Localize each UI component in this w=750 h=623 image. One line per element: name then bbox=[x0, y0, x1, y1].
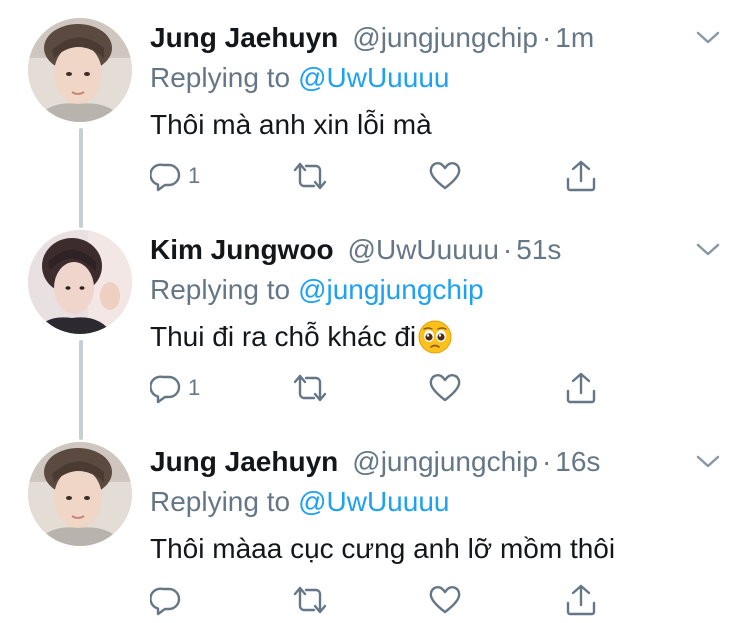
like-button[interactable] bbox=[428, 580, 462, 620]
like-button[interactable] bbox=[428, 156, 462, 196]
tweet-header: Kim Jungwoo @UwUuuuu · 51s bbox=[150, 230, 561, 270]
retweet-button[interactable] bbox=[290, 156, 330, 196]
share-button[interactable] bbox=[564, 368, 598, 408]
replying-to-mention[interactable]: @UwUuuuu bbox=[298, 62, 449, 93]
like-icon bbox=[428, 372, 462, 404]
reply-count: 1 bbox=[188, 163, 201, 188]
pleading-face-emoji bbox=[418, 320, 452, 354]
retweet-button[interactable] bbox=[290, 368, 330, 408]
tweet-header: Jung Jaehuyn @jungjungchip · 1m bbox=[150, 18, 594, 58]
replying-to-label: Replying to bbox=[150, 274, 291, 305]
timestamp[interactable]: 16s bbox=[555, 442, 600, 482]
tweet-actions: 1 bbox=[150, 368, 610, 408]
tweet-actions bbox=[150, 580, 610, 620]
tweet-thread: Jung Jaehuyn @jungjungchip · 1m Replying… bbox=[0, 0, 750, 623]
reply-count: 1 bbox=[188, 375, 201, 400]
replying-to-line: Replying to @jungjungchip bbox=[150, 270, 484, 310]
reply-icon bbox=[150, 372, 182, 404]
user-handle[interactable]: @jungjungchip bbox=[352, 18, 538, 58]
chevron-down-icon[interactable] bbox=[694, 28, 722, 48]
share-button[interactable] bbox=[564, 580, 598, 620]
like-button[interactable] bbox=[428, 368, 462, 408]
tweet-text: Thôi mà anh xin lỗi mà bbox=[150, 104, 432, 146]
timestamp[interactable]: 51s bbox=[516, 230, 561, 270]
display-name[interactable]: Jung Jaehuyn bbox=[150, 442, 338, 482]
avatar[interactable] bbox=[28, 442, 132, 546]
replying-to-line: Replying to @UwUuuuu bbox=[150, 58, 449, 98]
user-handle[interactable]: @jungjungchip bbox=[352, 442, 538, 482]
tweet-text-content: Thôi mà anh xin lỗi mà bbox=[150, 109, 432, 140]
tweet[interactable]: Kim Jungwoo @UwUuuuu · 51s Replying to @j… bbox=[0, 212, 750, 423]
share-icon bbox=[564, 159, 598, 193]
separator-dot: · bbox=[541, 446, 552, 477]
chevron-down-icon[interactable] bbox=[694, 240, 722, 260]
replying-to-line: Replying to @UwUuuuu bbox=[150, 482, 449, 522]
tweet-text: Thui đi ra chỗ khác đi bbox=[150, 316, 452, 358]
reply-icon bbox=[150, 160, 182, 192]
tweet-text: Thôi màaa cục cưng anh lỡ mồm thôi bbox=[150, 528, 615, 570]
share-button[interactable] bbox=[564, 156, 598, 196]
avatar[interactable] bbox=[28, 18, 132, 122]
replying-to-mention[interactable]: @jungjungchip bbox=[298, 274, 484, 305]
reply-icon bbox=[150, 584, 182, 616]
retweet-icon bbox=[290, 584, 330, 616]
replying-to-label: Replying to bbox=[150, 486, 291, 517]
display-name[interactable]: Kim Jungwoo bbox=[150, 230, 334, 270]
tweet-actions: 1 bbox=[150, 156, 610, 196]
tweet-text-content: Thui đi ra chỗ khác đi bbox=[150, 321, 417, 352]
timestamp[interactable]: 1m bbox=[555, 18, 594, 58]
like-icon bbox=[428, 584, 462, 616]
reply-button[interactable]: 1 bbox=[150, 368, 200, 408]
separator-dot: · bbox=[541, 22, 552, 53]
avatar[interactable] bbox=[28, 230, 132, 334]
replying-to-mention[interactable]: @UwUuuuu bbox=[298, 486, 449, 517]
tweet-header: Jung Jaehuyn @jungjungchip · 16s bbox=[150, 442, 600, 482]
user-handle[interactable]: @UwUuuuu bbox=[348, 230, 499, 270]
reply-button[interactable]: 1 bbox=[150, 156, 200, 196]
tweet[interactable]: Jung Jaehuyn @jungjungchip · 16s Replyin… bbox=[0, 424, 750, 623]
retweet-icon bbox=[290, 372, 330, 404]
tweet[interactable]: Jung Jaehuyn @jungjungchip · 1m Replying… bbox=[0, 0, 750, 211]
like-icon bbox=[428, 160, 462, 192]
chevron-down-icon[interactable] bbox=[694, 452, 722, 472]
share-icon bbox=[564, 371, 598, 405]
display-name[interactable]: Jung Jaehuyn bbox=[150, 18, 338, 58]
tweet-text-content: Thôi màaa cục cưng anh lỡ mồm thôi bbox=[150, 533, 616, 564]
reply-button[interactable] bbox=[150, 580, 182, 620]
retweet-icon bbox=[290, 160, 330, 192]
retweet-button[interactable] bbox=[290, 580, 330, 620]
replying-to-label: Replying to bbox=[150, 62, 291, 93]
separator-dot: · bbox=[502, 234, 513, 265]
share-icon bbox=[564, 583, 598, 617]
